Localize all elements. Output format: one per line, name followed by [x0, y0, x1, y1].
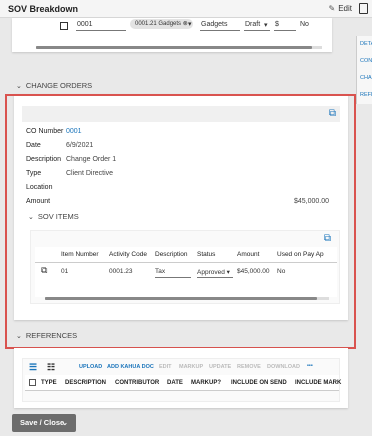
chevron-down-icon: ⌄	[16, 333, 22, 340]
horizontal-scrollbar[interactable]	[36, 46, 322, 49]
references-card: ☰ ☷ UPLOAD ADD KAHUA DOC EDIT MARKUP UPD…	[14, 348, 348, 408]
change-orders-header[interactable]: ⌄ CHANGE ORDERS	[16, 81, 92, 90]
highlight-frame	[5, 94, 356, 349]
select-all-checkbox[interactable]	[29, 379, 36, 386]
save-close-button[interactable]: Save / Close ⌄	[12, 414, 76, 432]
main-content: 0001 0001.21 Gadgets ⊗ ▾ Gadgets Draft ▾ …	[0, 18, 356, 436]
copy-icon[interactable]	[359, 3, 368, 14]
col-contributor[interactable]: CONTRIBUTOR	[115, 380, 159, 386]
col-markup[interactable]: MARKUP?	[191, 380, 221, 386]
chevron-down-icon: ⌄	[16, 83, 22, 90]
nav-contacts[interactable]: CON	[356, 53, 372, 70]
activity-code-chip[interactable]: 0001.21 Gadgets ⊗	[130, 19, 193, 29]
used-value: No	[300, 21, 309, 28]
chevron-down-icon[interactable]: ⌄	[62, 414, 68, 432]
pencil-icon: ✎	[328, 4, 336, 13]
sov-row-card: 0001 0001.21 Gadgets ⊗ ▾ Gadgets Draft ▾ …	[12, 18, 332, 52]
markup-button[interactable]: MARKUP	[179, 364, 203, 370]
col-date[interactable]: DATE	[167, 380, 183, 386]
nav-details[interactable]: DETA	[356, 36, 372, 53]
col-include-on-send[interactable]: INCLUDE ON SEND	[231, 380, 287, 386]
download-button[interactable]: DOWNLOAD	[267, 364, 300, 370]
activity-dropdown-caret[interactable]: ▾	[188, 20, 192, 28]
nav-references[interactable]: REFE	[356, 87, 372, 104]
detail-view-icon[interactable]: ☷	[47, 362, 55, 373]
open-link-icon[interactable]	[60, 22, 68, 30]
edit-button[interactable]: EDIT	[159, 364, 172, 370]
list-view-icon[interactable]: ☰	[29, 362, 37, 373]
window-title: SOV Breakdown	[8, 4, 79, 14]
status-select[interactable]: Draft ▾	[244, 20, 270, 31]
amount-field[interactable]: $	[274, 20, 296, 31]
col-type[interactable]: TYPE	[41, 380, 57, 386]
edit-button[interactable]: ✎ Edit	[329, 4, 353, 13]
edit-label: Edit	[338, 4, 352, 13]
more-icon[interactable]: •••	[307, 363, 313, 369]
remove-button[interactable]: REMOVE	[237, 364, 261, 370]
right-nav-panel: DETA CON CHA REFE	[356, 36, 372, 104]
upload-button[interactable]: UPLOAD	[79, 364, 102, 370]
col-include-markup[interactable]: INCLUDE MARK	[295, 380, 341, 386]
update-button[interactable]: UPDATE	[209, 364, 231, 370]
title-bar: SOV Breakdown ✎ Edit	[0, 0, 372, 18]
nav-change-orders[interactable]: CHA	[356, 70, 372, 87]
name-field[interactable]: Gadgets	[200, 20, 240, 31]
col-description[interactable]: DESCRIPTION	[65, 380, 106, 386]
chip-remove-icon[interactable]: ⊗	[183, 21, 188, 27]
item-number-field[interactable]: 0001	[76, 20, 126, 31]
add-kahua-doc-button[interactable]: ADD KAHUA DOC	[107, 364, 154, 370]
references-header[interactable]: ⌄ REFERENCES	[16, 331, 77, 340]
references-table: ☰ ☷ UPLOAD ADD KAHUA DOC EDIT MARKUP UPD…	[22, 358, 341, 402]
table-header-row: TYPE DESCRIPTION CONTRIBUTOR DATE MARKUP…	[25, 375, 341, 391]
